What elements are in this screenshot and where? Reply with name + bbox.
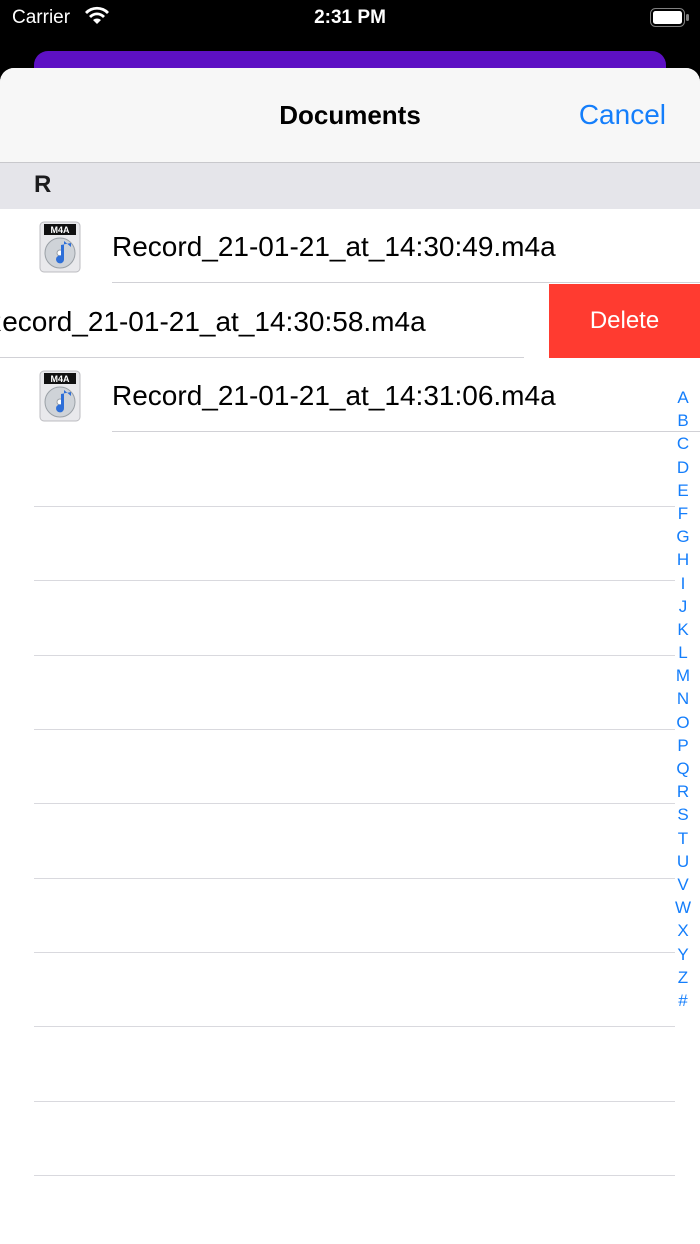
file-name: Record_21-01-21_at_14:30:49.m4a xyxy=(112,231,556,262)
section-index-letter[interactable]: F xyxy=(672,502,694,525)
file-row-swiped[interactable]: Record_21-01-21_at_14:30:58.m4a Delete xyxy=(0,284,700,358)
section-index-letter[interactable]: U xyxy=(672,850,694,873)
row-separator xyxy=(112,282,700,283)
section-index-letter[interactable]: N xyxy=(672,687,694,710)
section-index-letter[interactable]: G xyxy=(672,525,694,548)
section-index-letter[interactable]: B xyxy=(672,409,694,432)
file-row[interactable]: M4A Record_21-01-21_at_14:31:06.m4a xyxy=(0,358,700,432)
section-header-label: R xyxy=(34,171,52,198)
section-index-letter[interactable]: J xyxy=(672,595,694,618)
row-separator xyxy=(112,431,700,432)
file-type-badge: M4A xyxy=(50,374,70,384)
section-index-letter[interactable]: T xyxy=(672,827,694,850)
battery-icon xyxy=(650,8,690,27)
section-index-letter[interactable]: # xyxy=(672,989,694,1012)
file-name: Record_21-01-21_at_14:31:06.m4a xyxy=(112,380,556,411)
empty-row-separator xyxy=(34,729,675,730)
status-bar: Carrier 2:31 PM xyxy=(0,0,700,44)
section-index-letter[interactable]: M xyxy=(672,664,694,687)
section-index-letter[interactable]: D xyxy=(672,456,694,479)
empty-row-separator xyxy=(34,580,675,581)
empty-row-separator xyxy=(34,803,675,804)
section-index-letter[interactable]: V xyxy=(672,873,694,896)
section-index-letter[interactable]: W xyxy=(672,896,694,919)
empty-row-separator xyxy=(34,1101,675,1102)
section-index-letter[interactable]: Z xyxy=(672,966,694,989)
section-index-letter[interactable]: H xyxy=(672,548,694,571)
m4a-file-icon: M4A xyxy=(38,370,82,422)
section-index-letter[interactable]: S xyxy=(672,803,694,826)
file-row[interactable]: M4A Record_21-01-21_at_14:30:49.m4a xyxy=(0,209,700,283)
section-index-letter[interactable]: R xyxy=(672,780,694,803)
file-name: Record_21-01-21_at_14:30:58.m4a xyxy=(0,306,426,337)
section-index-letter[interactable]: C xyxy=(672,432,694,455)
section-index-letter[interactable]: K xyxy=(672,618,694,641)
documents-sheet: Documents Cancel R M4A Record_21-01-21_a… xyxy=(0,68,700,1244)
status-time: 2:31 PM xyxy=(314,7,386,28)
section-index-letter[interactable]: X xyxy=(672,919,694,942)
empty-row-separator xyxy=(34,1175,675,1176)
delete-button[interactable]: Delete xyxy=(549,284,700,358)
section-index-letter[interactable]: P xyxy=(672,734,694,757)
section-index-letter[interactable]: Q xyxy=(672,757,694,780)
empty-row-separator xyxy=(34,878,675,879)
section-index-letter[interactable]: L xyxy=(672,641,694,664)
section-index-letter[interactable]: I xyxy=(672,572,694,595)
section-index-letter[interactable]: A xyxy=(672,386,694,409)
empty-row-separator xyxy=(34,1026,675,1027)
section-index[interactable]: A B C D E F G H I J K L M N O P Q R S T U V W X Y Z # xyxy=(672,386,694,1012)
section-header: R xyxy=(0,163,700,209)
section-index-letter[interactable]: O xyxy=(672,711,694,734)
file-type-badge: M4A xyxy=(50,225,70,235)
section-index-letter[interactable]: Y xyxy=(672,943,694,966)
section-index-letter[interactable]: E xyxy=(672,479,694,502)
m4a-file-icon: M4A xyxy=(38,221,82,273)
cancel-button[interactable]: Cancel xyxy=(579,99,666,131)
empty-row-separator xyxy=(34,506,675,507)
navigation-bar: Documents Cancel xyxy=(0,68,700,163)
empty-row-separator xyxy=(34,655,675,656)
empty-row-separator xyxy=(34,952,675,953)
